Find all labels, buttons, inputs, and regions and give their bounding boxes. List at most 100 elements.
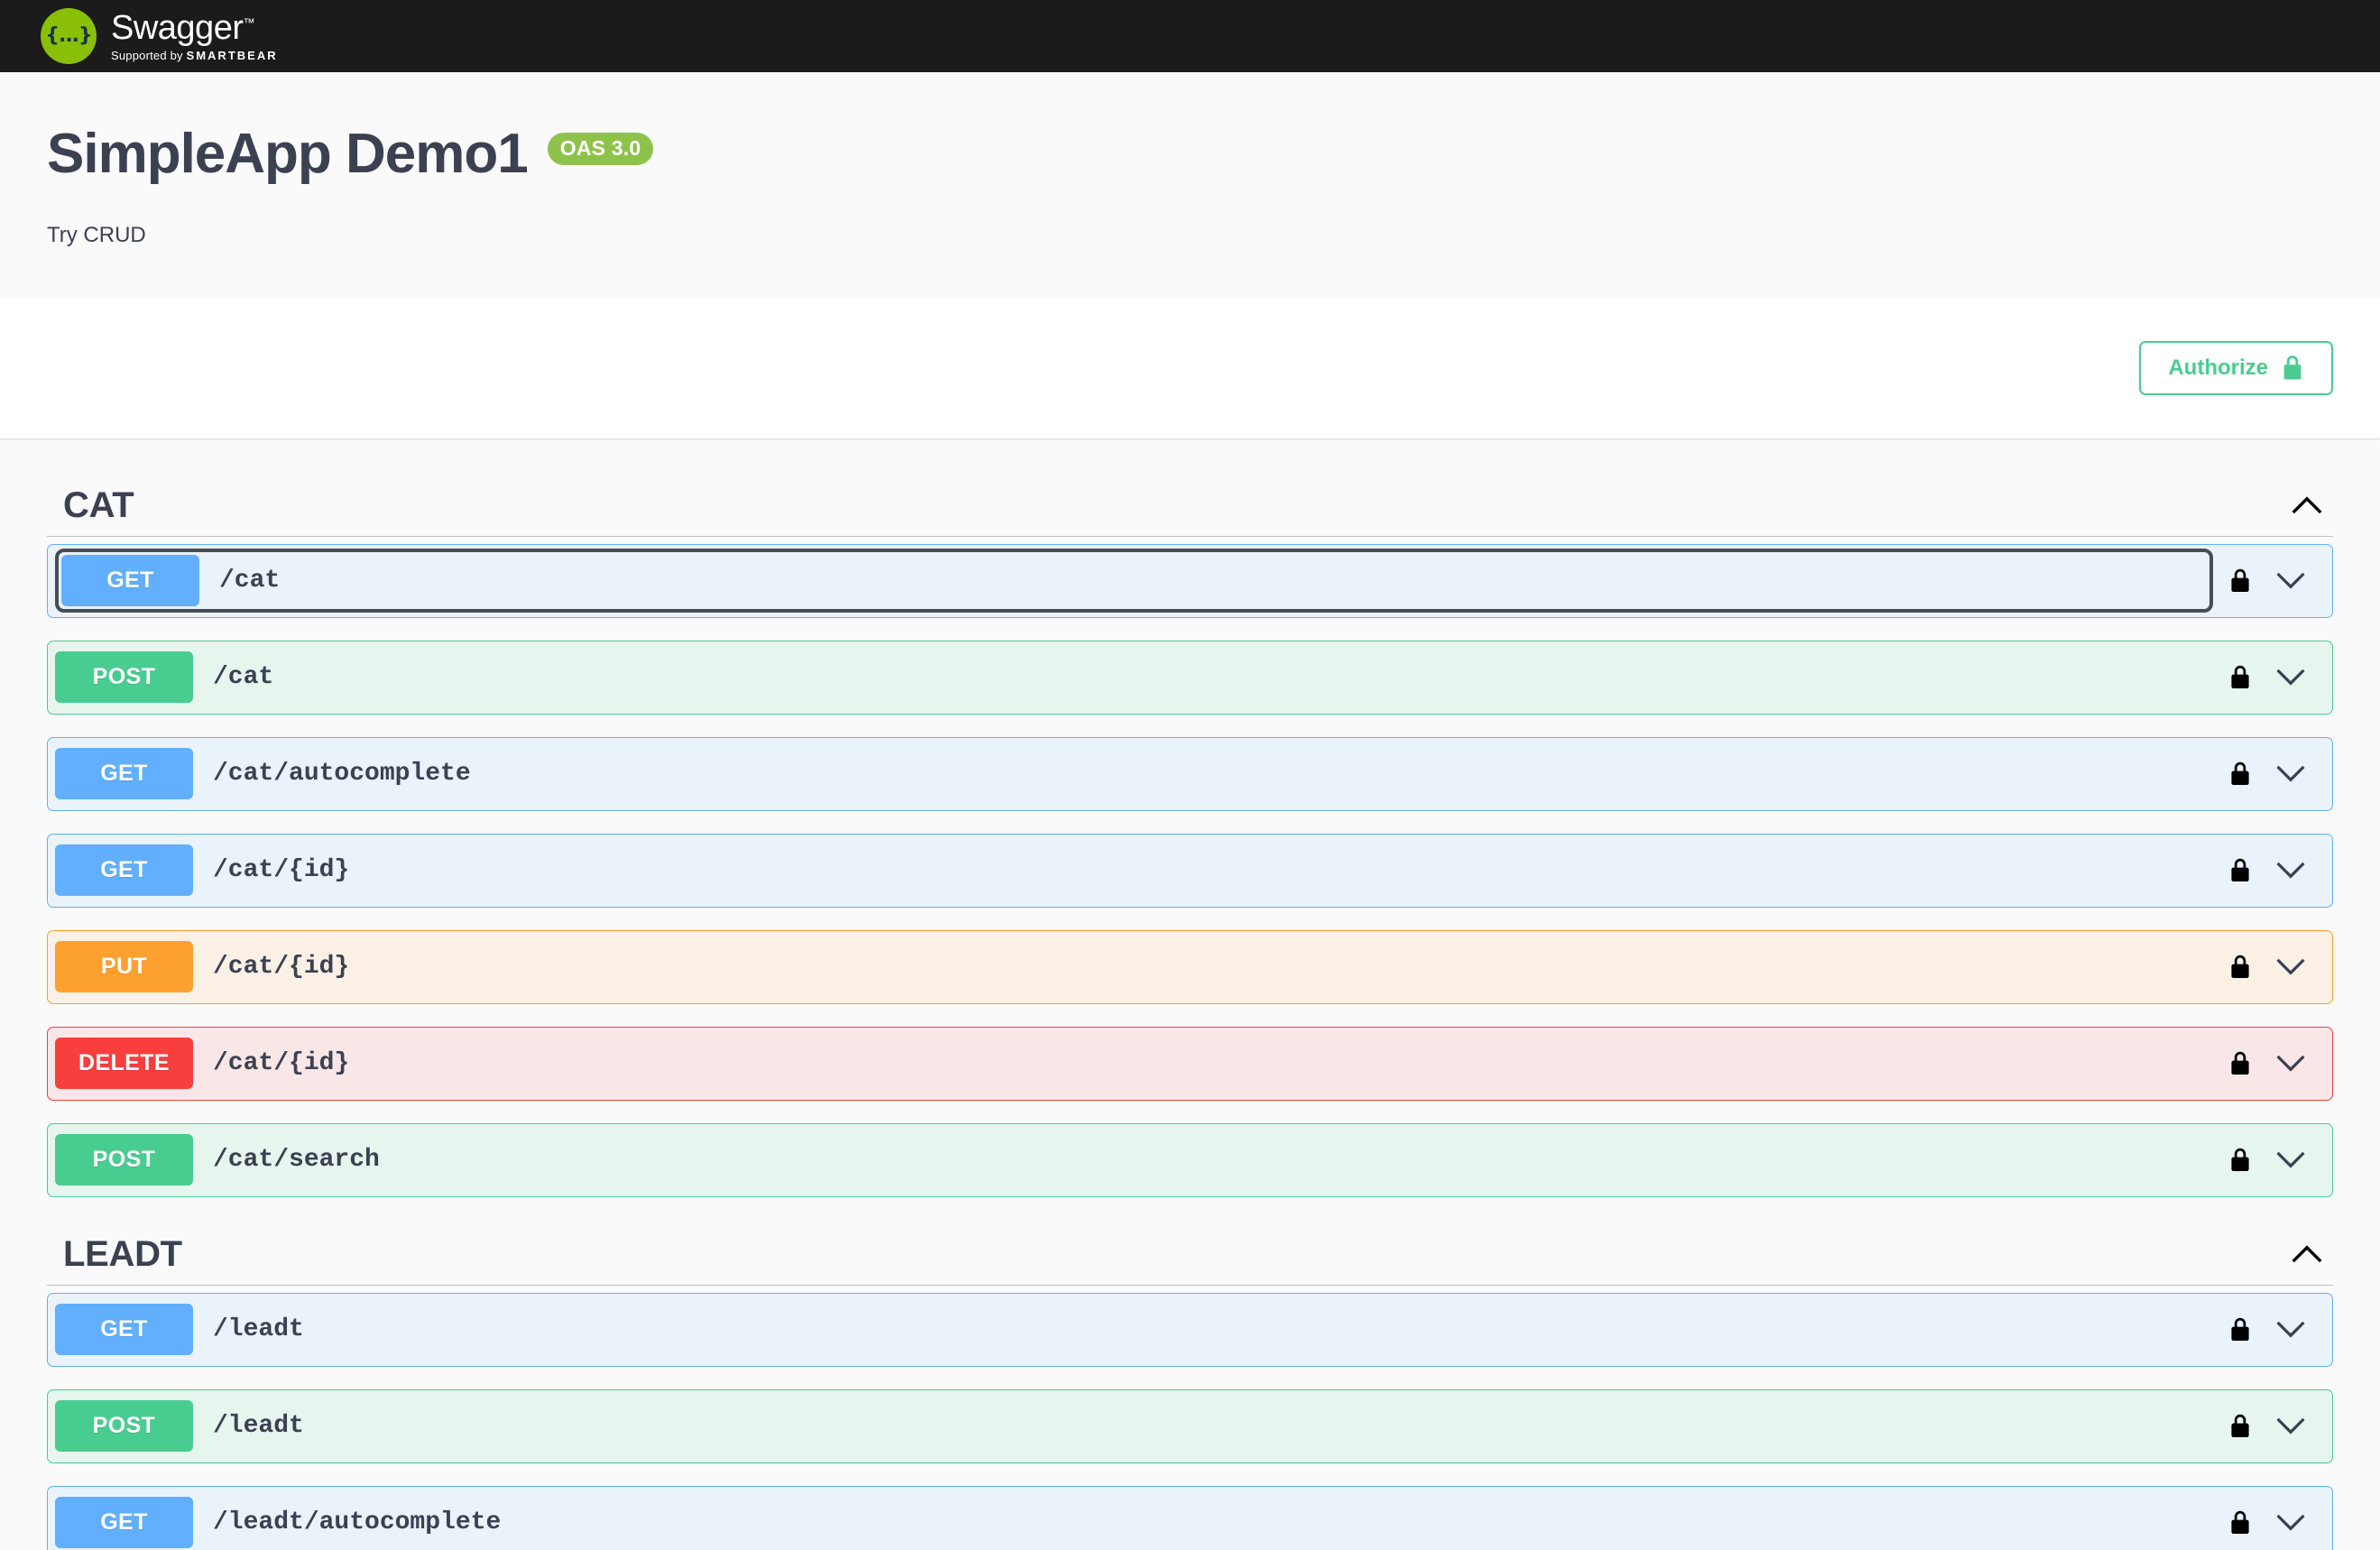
operation-row[interactable]: POST/cat xyxy=(47,640,2333,715)
http-method-badge: DELETE xyxy=(55,1038,193,1090)
smartbear-brand: SMARTBEAR xyxy=(186,49,278,62)
operation-row[interactable]: GET/leadt xyxy=(47,1292,2333,1367)
http-method-badge: PUT xyxy=(55,941,193,993)
api-info-wrapper: SimpleApp Demo1 OAS 3.0 Try CRUD xyxy=(0,126,2380,298)
operation-list: GET/leadt POST/leadt GET/leadt/autocomplet… xyxy=(47,1286,2333,1550)
tag-header-leadt[interactable]: LEADT xyxy=(47,1220,2333,1286)
api-info-container: SimpleApp Demo1 OAS 3.0 Try CRUD xyxy=(0,72,2380,298)
operation-row[interactable]: GET/cat/autocomplete xyxy=(47,736,2333,811)
operation-controls xyxy=(2213,1413,2325,1440)
lock-icon[interactable] xyxy=(2229,1050,2251,1077)
lock-icon[interactable] xyxy=(2229,1509,2251,1536)
authorize-button-label: Authorize xyxy=(2168,355,2268,380)
api-description: Try CRUD xyxy=(47,223,146,247)
tag-block: CAT GET/cat POST/cat GET/cat/autocomplete GE… xyxy=(0,471,2380,1197)
operation-path: /cat xyxy=(219,567,281,595)
http-method-badge: GET xyxy=(55,844,193,897)
trademark-symbol: ™ xyxy=(243,15,254,30)
lock-icon[interactable] xyxy=(2229,857,2251,884)
operation-controls xyxy=(2213,1050,2325,1077)
chevron-down-icon[interactable] xyxy=(2276,1055,2305,1073)
operation-row[interactable]: GET/leadt/autocomplete xyxy=(47,1485,2333,1550)
tag-header-cat[interactable]: CAT xyxy=(47,471,2333,537)
supported-by-text: Supported by SMARTBEAR xyxy=(111,50,278,61)
topbar: {...} Swagger™ Supported by SMARTBEAR xyxy=(0,0,2380,72)
operation-row[interactable]: POST/cat/search xyxy=(47,1122,2333,1197)
operation-controls xyxy=(2213,664,2325,691)
http-method-badge: POST xyxy=(55,1134,193,1186)
operation-path: /cat/{id} xyxy=(213,953,350,982)
swagger-logo-icon: {...} xyxy=(41,8,97,64)
operation-summary[interactable]: GET/leadt/autocomplete xyxy=(55,1497,2213,1549)
lock-icon[interactable] xyxy=(2229,1316,2251,1343)
operation-row[interactable]: PUT/cat/{id} xyxy=(47,929,2333,1004)
http-method-badge: GET xyxy=(55,1497,193,1549)
operation-path: /leadt/autocomplete xyxy=(213,1508,502,1537)
operation-path: /leadt xyxy=(213,1315,304,1344)
chevron-down-icon[interactable] xyxy=(2276,1321,2305,1339)
operation-summary[interactable]: GET/cat xyxy=(55,549,2213,614)
operation-path: /cat xyxy=(213,663,274,692)
chevron-down-icon[interactable] xyxy=(2276,1514,2305,1532)
lock-icon[interactable] xyxy=(2229,761,2251,788)
chevron-up-icon[interactable] xyxy=(2292,495,2333,514)
operation-controls xyxy=(2213,1147,2325,1174)
operation-row[interactable]: DELETE/cat/{id} xyxy=(47,1026,2333,1101)
operation-row[interactable]: GET/cat xyxy=(47,543,2333,618)
page-title: SimpleApp Demo1 xyxy=(47,123,529,185)
lock-icon xyxy=(2281,355,2304,382)
chevron-down-icon[interactable] xyxy=(2276,669,2305,687)
operation-controls xyxy=(2213,1509,2325,1536)
operation-summary[interactable]: PUT/cat/{id} xyxy=(55,941,2213,993)
scheme-container: Authorize xyxy=(0,297,2380,438)
operation-path: /cat/autocomplete xyxy=(213,760,471,789)
operation-summary[interactable]: DELETE/cat/{id} xyxy=(55,1038,2213,1090)
scheme-inner: Authorize xyxy=(0,340,2380,395)
operation-summary[interactable]: GET/leadt xyxy=(55,1304,2213,1356)
chevron-down-icon[interactable] xyxy=(2276,958,2305,976)
swagger-wordmark: Swagger™ Supported by SMARTBEAR xyxy=(111,11,278,61)
lock-icon[interactable] xyxy=(2229,954,2251,981)
operation-row[interactable]: GET/cat/{id} xyxy=(47,833,2333,908)
operation-path: /leadt xyxy=(213,1412,304,1441)
http-method-badge: GET xyxy=(61,555,199,607)
operation-summary[interactable]: GET/cat/{id} xyxy=(55,844,2213,897)
chevron-down-icon[interactable] xyxy=(2276,1151,2305,1169)
lock-icon[interactable] xyxy=(2229,567,2251,595)
chevron-down-icon[interactable] xyxy=(2276,1417,2305,1435)
supported-by-prefix: Supported by xyxy=(111,49,183,62)
operation-summary[interactable]: POST/cat xyxy=(55,651,2213,704)
http-method-badge: POST xyxy=(55,651,193,704)
http-method-badge: POST xyxy=(55,1400,193,1453)
operation-summary[interactable]: GET/cat/autocomplete xyxy=(55,748,2213,800)
tag-name-label: LEADT xyxy=(63,1233,182,1274)
operation-path: /cat/search xyxy=(213,1146,380,1175)
operation-controls xyxy=(2213,761,2325,788)
operation-path: /cat/{id} xyxy=(213,856,350,885)
authorize-button[interactable]: Authorize xyxy=(2139,340,2333,395)
chevron-up-icon[interactable] xyxy=(2292,1244,2333,1263)
chevron-down-icon[interactable] xyxy=(2276,862,2305,880)
auth-wrapper: Authorize xyxy=(2139,340,2333,395)
swagger-brand-text: Swagger™ xyxy=(111,11,278,45)
chevron-down-icon[interactable] xyxy=(2276,572,2305,590)
lock-icon[interactable] xyxy=(2229,1413,2251,1440)
api-title-row: SimpleApp Demo1 OAS 3.0 xyxy=(47,126,2333,182)
operation-controls xyxy=(2213,954,2325,981)
lock-icon[interactable] xyxy=(2229,1147,2251,1174)
operation-controls xyxy=(2213,857,2325,884)
operation-row[interactable]: POST/leadt xyxy=(47,1389,2333,1463)
swagger-braces-glyph: {...} xyxy=(45,24,92,47)
operation-summary[interactable]: POST/cat/search xyxy=(55,1134,2213,1186)
http-method-badge: GET xyxy=(55,748,193,800)
lock-icon[interactable] xyxy=(2229,664,2251,691)
operation-summary[interactable]: POST/leadt xyxy=(55,1400,2213,1453)
chevron-down-icon[interactable] xyxy=(2276,765,2305,783)
swagger-logo-link[interactable]: {...} Swagger™ Supported by SMARTBEAR xyxy=(41,8,278,64)
tag-block: LEADT GET/leadt POST/leadt GET/leadt/autoco… xyxy=(0,1220,2380,1550)
tag-name-label: CAT xyxy=(63,484,134,525)
oas-version-badge: OAS 3.0 xyxy=(547,133,654,165)
operations-root: CAT GET/cat POST/cat GET/cat/autocomplete GE… xyxy=(0,471,2380,1550)
operation-path: /cat/{id} xyxy=(213,1049,350,1078)
operation-controls xyxy=(2213,1316,2325,1343)
